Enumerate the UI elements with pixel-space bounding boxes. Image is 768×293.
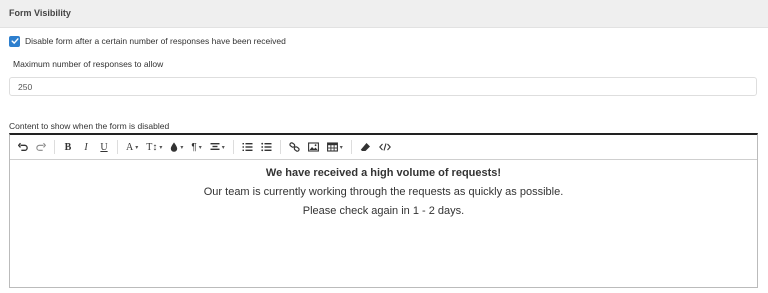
editor-paragraph: Our team is currently working through th… <box>203 186 564 198</box>
toolbar-divider <box>54 140 55 154</box>
droplet-icon <box>171 142 178 152</box>
undo-icon <box>18 142 28 151</box>
toolbar-divider <box>279 140 281 154</box>
ordered-list-button[interactable] <box>239 138 256 157</box>
editor-heading: We have received a high volume of reques… <box>265 167 502 179</box>
max-responses-input[interactable] <box>9 77 757 96</box>
chevron-down-icon: ▾ <box>159 144 163 151</box>
text-style-label: T↕ <box>146 141 158 153</box>
text-style-dropdown[interactable]: T↕ ▾ <box>143 138 165 157</box>
panel-title: Form Visibility <box>9 8 71 18</box>
chevron-down-icon: ▾ <box>221 144 225 151</box>
redo-button[interactable] <box>33 138 49 157</box>
image-button[interactable] <box>305 138 322 157</box>
toolbar-divider <box>232 140 234 154</box>
table-icon <box>326 142 338 152</box>
bold-button[interactable]: B <box>60 138 76 157</box>
undo-button[interactable] <box>15 138 31 157</box>
eraser-icon <box>360 143 370 151</box>
paragraph-dropdown[interactable]: ¶ ▾ <box>188 138 204 157</box>
editor-paragraph: Please check again in 1 - 2 days. <box>302 205 465 217</box>
redo-icon <box>36 142 46 151</box>
align-dropdown[interactable]: ▾ <box>207 138 228 157</box>
ordered-list-icon <box>242 143 253 151</box>
editor-content-area[interactable]: We have received a high volume of reques… <box>10 160 757 221</box>
toolbar-divider <box>117 140 118 154</box>
italic-button[interactable]: I <box>78 138 94 157</box>
bullet-list-button[interactable] <box>258 138 275 157</box>
paragraph-icon: ¶ <box>191 141 197 153</box>
disable-form-option[interactable]: Disable form after a certain number of r… <box>9 35 286 47</box>
checkmark-icon <box>10 38 19 44</box>
panel-header: Form Visibility <box>0 0 768 28</box>
code-icon <box>378 143 391 151</box>
table-dropdown[interactable]: ▾ <box>324 138 346 157</box>
disabled-content-label: Content to show when the form is disable… <box>9 121 170 131</box>
image-icon <box>307 142 319 152</box>
chevron-down-icon: ▾ <box>339 144 343 151</box>
max-responses-label: Maximum number of responses to allow <box>13 59 164 69</box>
clear-format-button[interactable] <box>357 138 374 157</box>
toolbar-divider <box>350 140 352 154</box>
align-center-icon <box>210 143 220 150</box>
disable-form-checkbox[interactable] <box>9 35 20 47</box>
editor-toolbar: B I U A ▾ T↕ ▾ ▾ ¶ ▾ ▾ ▾ <box>10 135 757 160</box>
chevron-down-icon: ▾ <box>198 144 202 151</box>
link-icon <box>289 142 300 152</box>
font-size-label: A <box>126 141 134 153</box>
chevron-down-icon: ▾ <box>135 144 139 151</box>
code-view-button[interactable] <box>376 138 394 157</box>
link-button[interactable] <box>286 138 303 157</box>
underline-button[interactable]: U <box>96 138 112 157</box>
font-size-dropdown[interactable]: A ▾ <box>123 138 141 157</box>
chevron-down-icon: ▾ <box>180 144 184 151</box>
bullet-list-icon <box>261 142 272 152</box>
text-color-dropdown[interactable]: ▾ <box>167 138 186 157</box>
disable-form-label: Disable form after a certain number of r… <box>25 36 286 46</box>
rich-text-editor: B I U A ▾ T↕ ▾ ▾ ¶ ▾ ▾ ▾ We have receive… <box>9 133 758 288</box>
